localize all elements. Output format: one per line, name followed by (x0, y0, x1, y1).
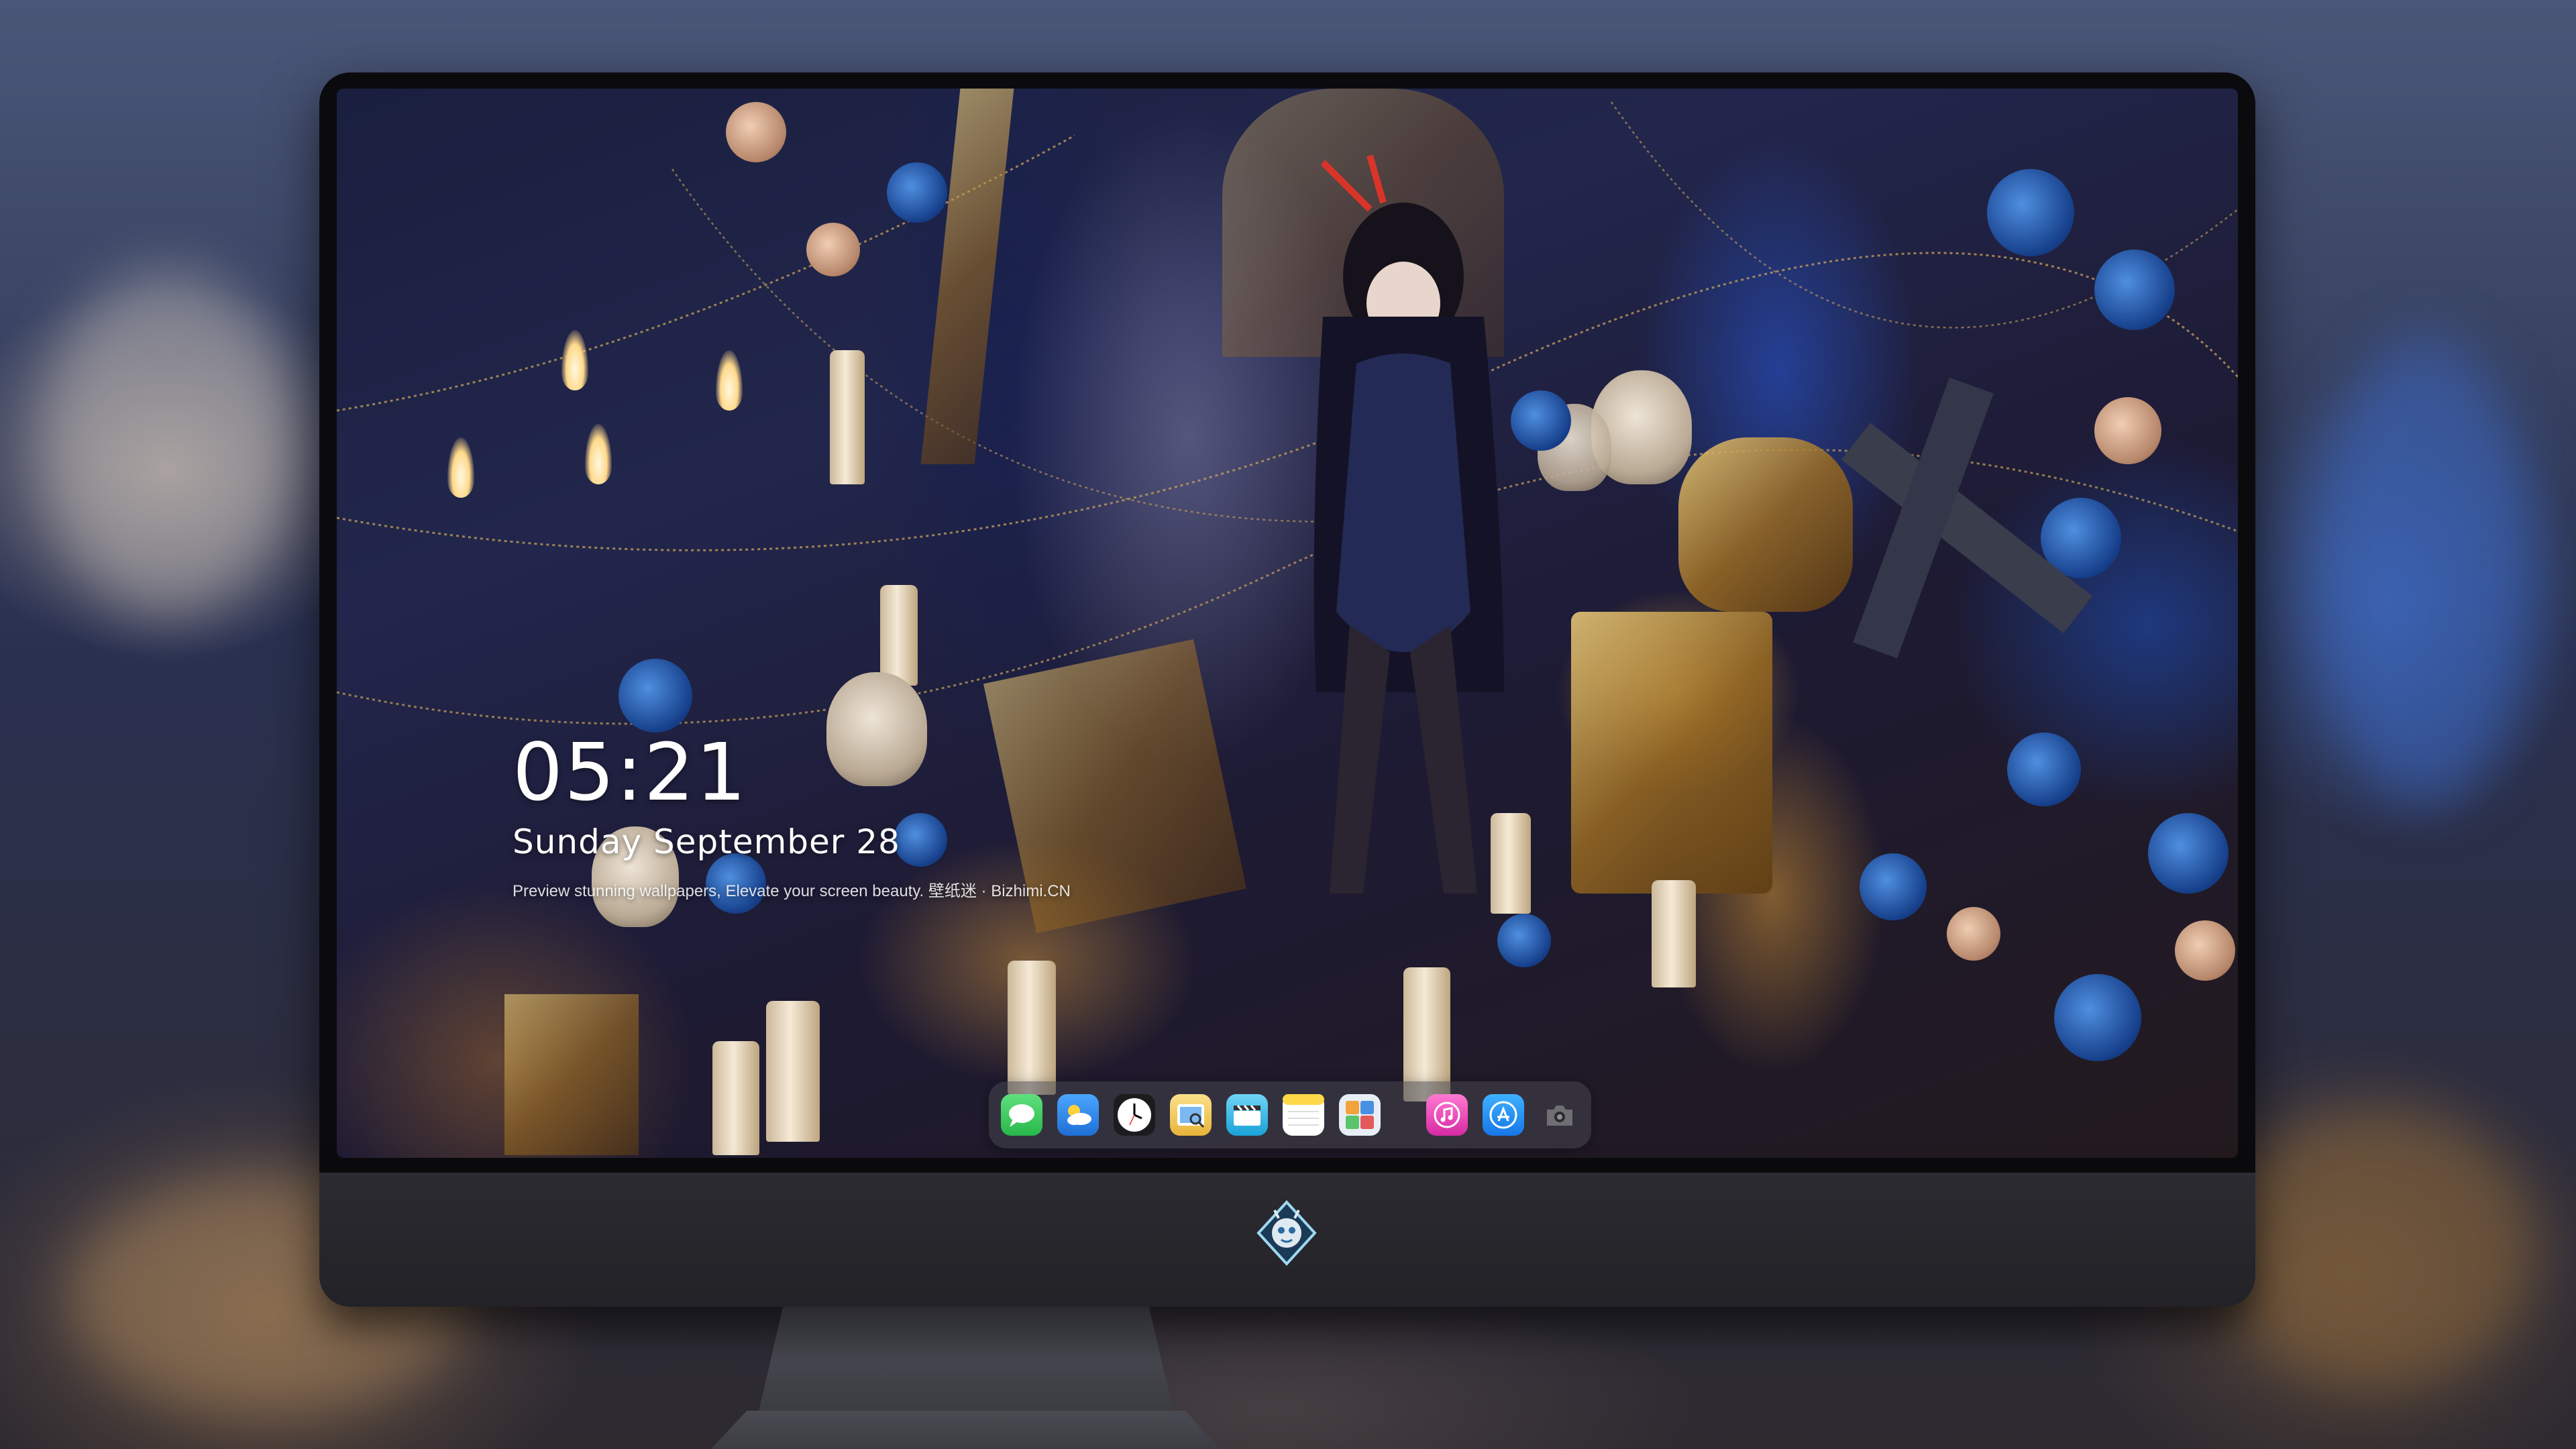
camera-icon[interactable] (1539, 1094, 1580, 1136)
wallpaper-rose (1511, 390, 1571, 451)
monitor-screen: 05:21 Sunday September 28 Preview stunni… (337, 89, 2238, 1158)
dock (989, 1081, 1591, 1148)
clapper-icon[interactable] (1226, 1094, 1268, 1136)
blurred-background: 05:21 Sunday September 28 Preview stunni… (0, 0, 2576, 1449)
wallpaper-ornament (504, 994, 639, 1155)
monitor-stand-neck (758, 1307, 1174, 1414)
wallpaper-rose (726, 102, 786, 162)
wallpaper-rose (806, 223, 860, 276)
wallpaper-rose (2007, 733, 2081, 806)
lockscreen-time: 05:21 (513, 726, 748, 818)
monitor: 05:21 Sunday September 28 Preview stunni… (319, 72, 2255, 1449)
notes-icon[interactable] (1283, 1094, 1324, 1136)
wallpaper-rose (2054, 974, 2141, 1061)
background-blur-gold (2214, 1107, 2536, 1389)
clock-icon[interactable] (1114, 1094, 1155, 1136)
wallpaper-candle (1652, 880, 1696, 987)
wallpaper-candle (830, 350, 865, 484)
monitor-stand-foot (678, 1411, 1254, 1449)
wallpaper-candle (880, 585, 918, 686)
wallpaper-rose (887, 162, 947, 223)
wallpaper-rose (1497, 914, 1551, 967)
preview-icon[interactable] (1170, 1094, 1212, 1136)
wallpaper-urn (1678, 437, 1853, 612)
wallpaper-rose (2175, 920, 2235, 981)
lockscreen-tagline: Preview stunning wallpapers, Elevate you… (513, 882, 1071, 900)
music-icon[interactable] (1426, 1094, 1468, 1136)
messages-icon[interactable] (1001, 1094, 1042, 1136)
lockscreen-date: Sunday September 28 (513, 822, 900, 861)
monitor-bezel: 05:21 Sunday September 28 Preview stunni… (319, 72, 2255, 1173)
wallpaper-rose (2094, 250, 2175, 330)
wallpaper-candle (1008, 961, 1056, 1095)
wallpaper-candle (1491, 813, 1531, 914)
background-blur-light (40, 268, 295, 617)
wallpaper-candle (766, 1001, 820, 1142)
wallpaper-rose (2148, 813, 2229, 894)
wallpaper-rose (2094, 397, 2161, 464)
wallpaper-rose (1947, 907, 2000, 961)
weather-icon[interactable] (1057, 1094, 1099, 1136)
wallpaper-rose (1987, 169, 2074, 256)
wallpaper-candle (712, 1041, 759, 1155)
wallpaper-figure (1313, 154, 1504, 894)
app-store-icon[interactable] (1483, 1094, 1524, 1136)
dragon-badge-icon (1253, 1199, 1320, 1267)
background-blur-blue (2314, 335, 2536, 805)
wallpaper-rose (1860, 853, 1927, 920)
lockscreen-clock: 05:21 Sunday September 28 Preview stunni… (513, 733, 1071, 901)
wallpaper-rose (619, 659, 692, 733)
photos-folder-icon[interactable] (1339, 1094, 1381, 1136)
